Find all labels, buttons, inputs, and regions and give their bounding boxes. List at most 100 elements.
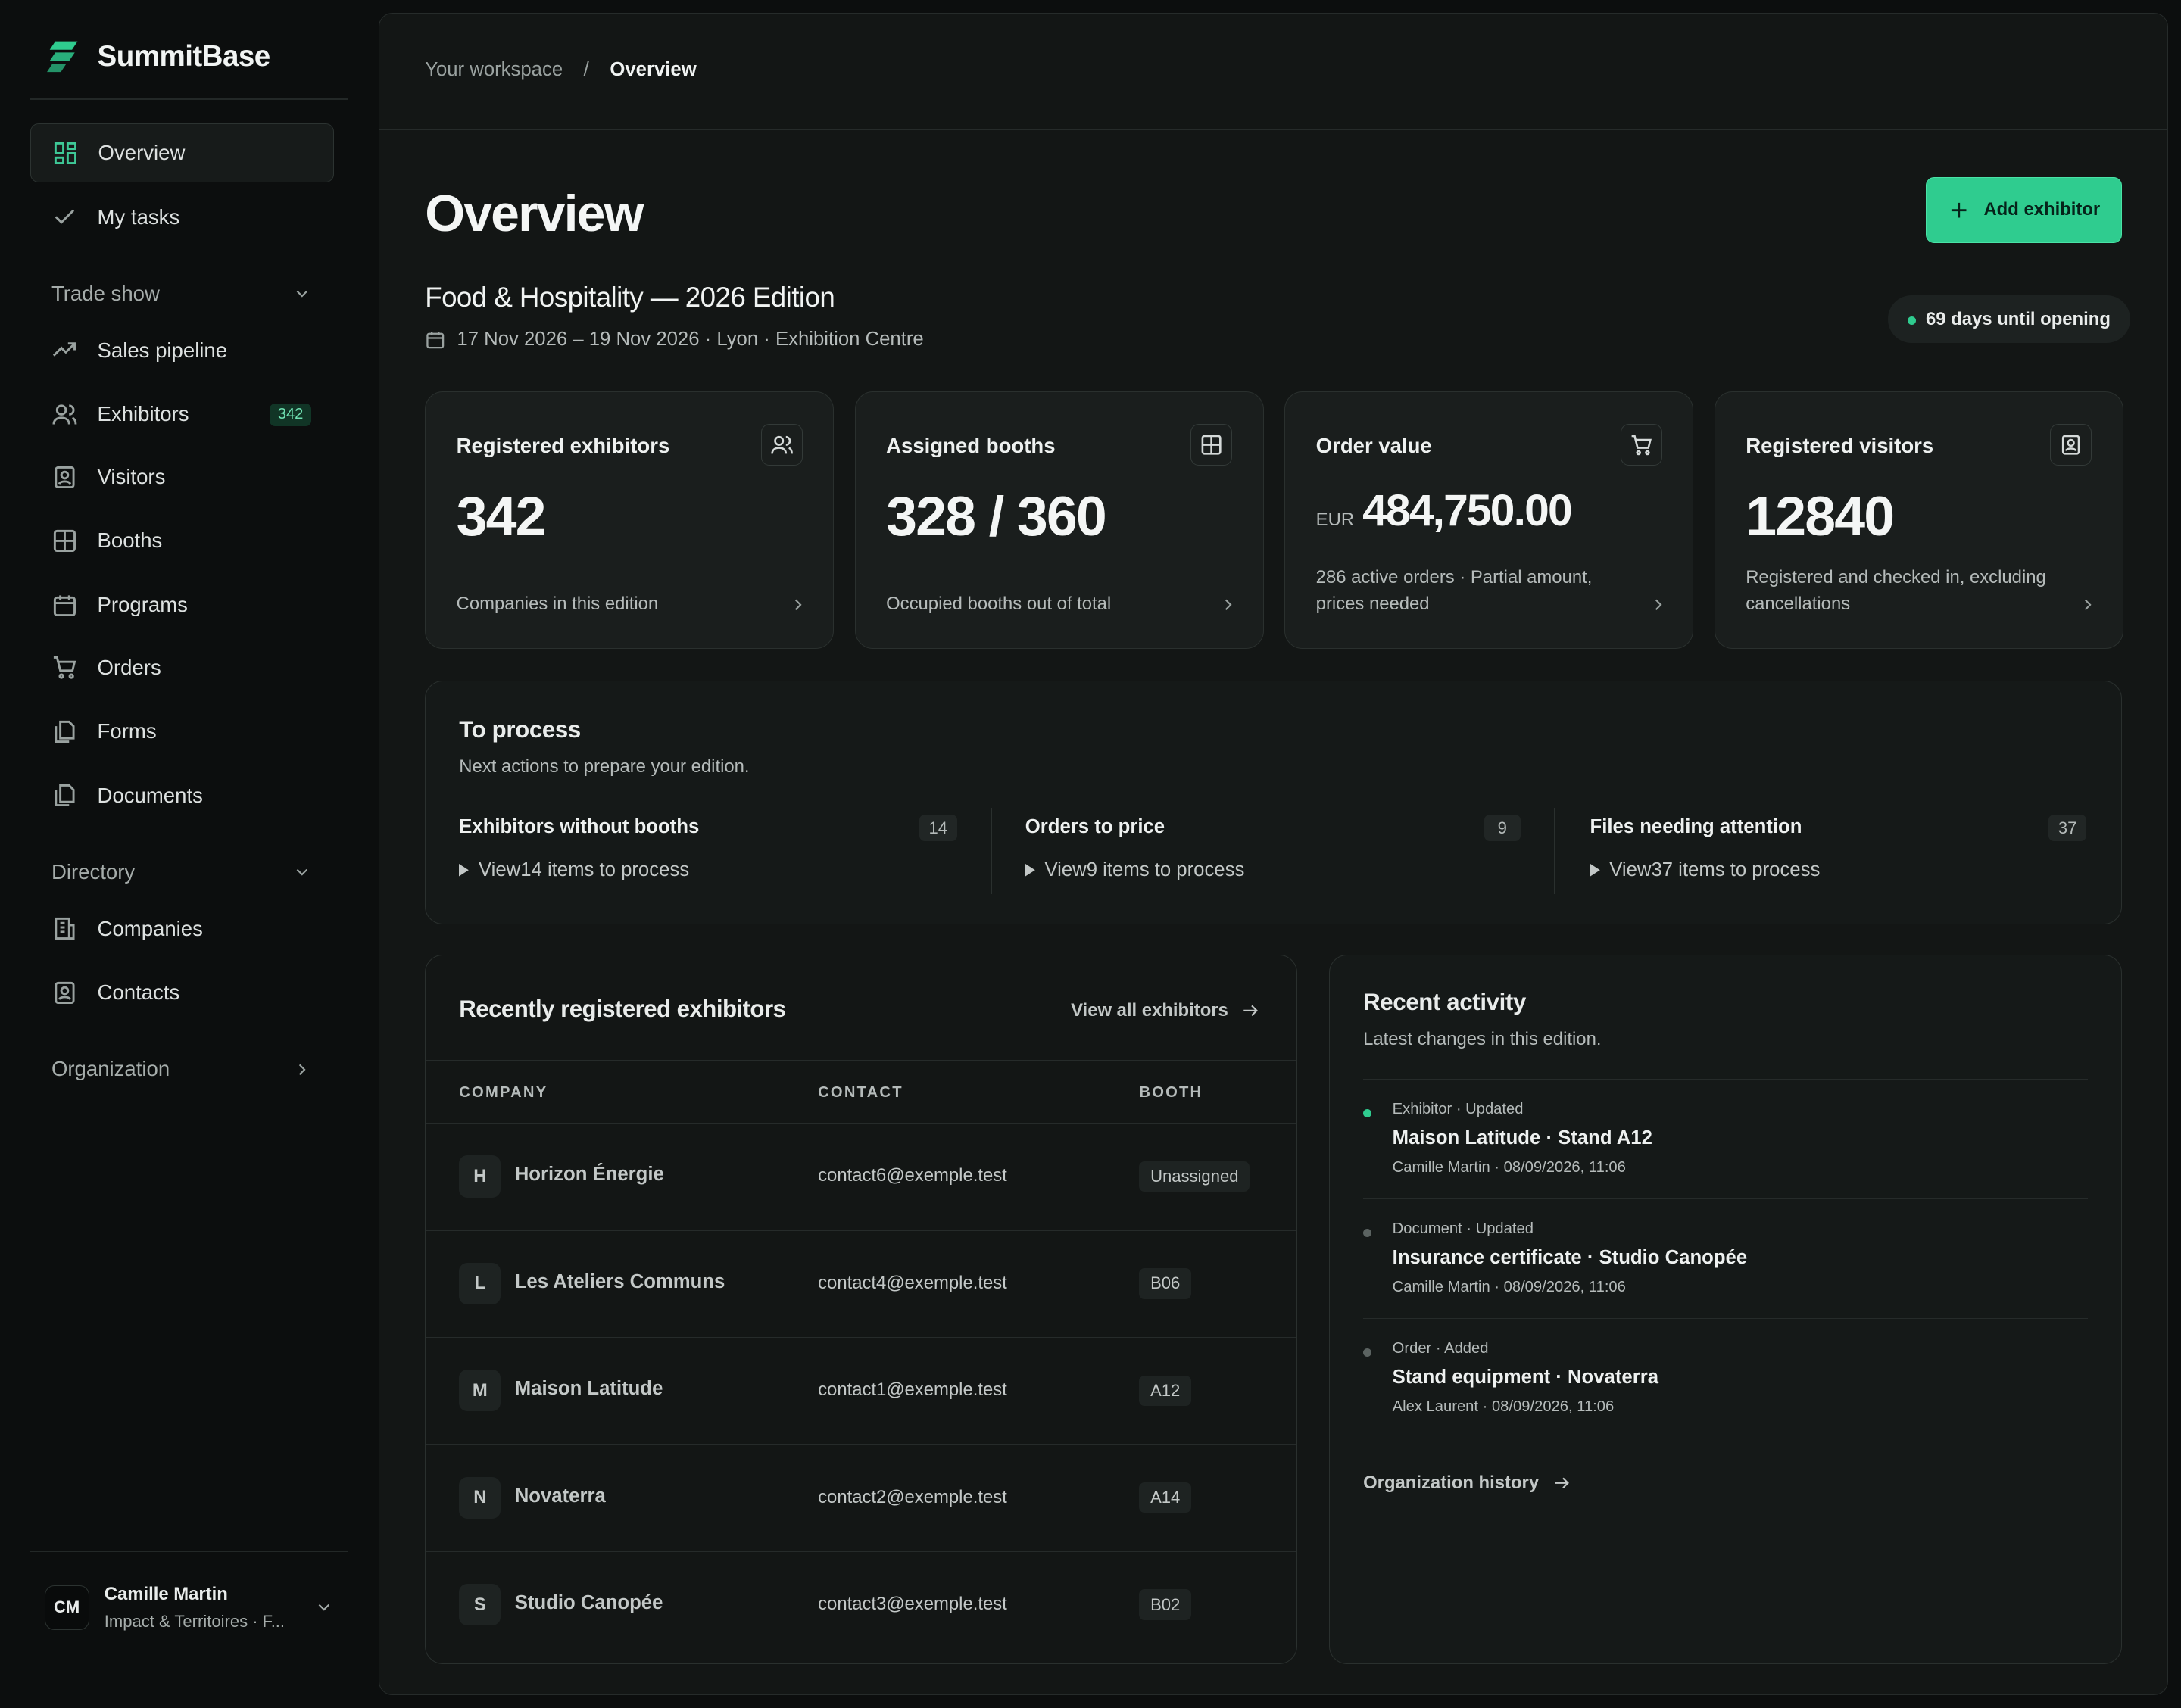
app-logo[interactable]: SummitBase (47, 36, 270, 78)
stat-label: Registered visitors (1746, 434, 1934, 458)
task-view-label: View9 items to process (1044, 859, 1245, 881)
task-orders-to-price: Orders to price 9 View9 items to process (1025, 808, 1521, 891)
table-row[interactable]: N Novaterra contact2@exemple.test A14 (426, 1445, 1296, 1552)
stat-description: Registered and checked in, excluding can… (1746, 566, 2046, 614)
nav-section-trade-show[interactable]: Trade show (30, 273, 333, 314)
chevron-down-icon (292, 862, 312, 882)
task-exhibitors-without-booths: Exhibitors without booths 14 View14 item… (459, 808, 957, 891)
nav-label: Visitors (97, 464, 166, 488)
nav-item-programs[interactable]: Programs (30, 575, 333, 634)
nav-item-orders[interactable]: Orders (30, 638, 333, 697)
nav-label: Companies (97, 916, 203, 940)
view-all-exhibitors-link[interactable]: View all exhibitors (1071, 1000, 1260, 1021)
nav-item-sales-pipeline[interactable]: Sales pipeline (30, 321, 333, 379)
exhibitors-count-badge: 342 (269, 403, 312, 426)
task-view-toggle[interactable]: View9 items to process (1025, 859, 1245, 881)
column-header-company[interactable]: COMPANY (459, 1084, 548, 1102)
section-subtitle: Latest changes in this edition. (1363, 1029, 1602, 1050)
table-row[interactable]: H Horizon Énergie contact6@exemple.test … (426, 1124, 1296, 1231)
nav-label: Booths (97, 528, 163, 553)
check-icon (51, 204, 78, 230)
activity-meta: Camille Martin · 08/09/2026, 11:06 (1392, 1279, 1626, 1296)
link-label: View all exhibitors (1071, 999, 1228, 1021)
chevron-down-icon (292, 284, 312, 304)
activity-meta: Camille Martin · 08/09/2026, 11:06 (1392, 1159, 1626, 1177)
user-menu[interactable]: CM Camille Martin Impact & Territoires ·… (44, 1582, 342, 1635)
nav-item-contacts[interactable]: Contacts (30, 964, 333, 1022)
calendar-icon (425, 329, 446, 351)
nav-section-organization[interactable]: Organization (30, 1049, 333, 1090)
users-icon (51, 401, 78, 428)
activity-item[interactable]: Document · Updated Insurance certificate… (1363, 1198, 2089, 1318)
breadcrumb-workspace[interactable]: Your workspace (425, 59, 563, 81)
users-icon (760, 424, 803, 466)
divider (1553, 808, 1555, 895)
user-name: Camille Martin (104, 1583, 228, 1604)
plus-icon (1948, 199, 1970, 221)
task-count-badge: 37 (2048, 815, 2087, 842)
nav-label: Overview (98, 141, 186, 165)
building-icon (51, 915, 78, 942)
stat-card-registered-exhibitors[interactable]: Registered exhibitors 342 Companies in t… (425, 391, 835, 649)
chevron-right-icon (292, 1060, 312, 1080)
table-row[interactable]: L Les Ateliers Communs contact4@exemple.… (426, 1231, 1296, 1339)
company-name: Studio Canopée (514, 1592, 663, 1614)
to-process-card: To process Next actions to prepare your … (425, 681, 2122, 924)
nav-label: My tasks (97, 204, 180, 229)
table-row[interactable]: M Maison Latitude contact1@exemple.test … (426, 1338, 1296, 1445)
status-dot (1908, 316, 1917, 325)
breadcrumb-separator: / (583, 59, 589, 81)
activity-kind: Exhibitor · Updated (1392, 1100, 1524, 1117)
task-view-toggle[interactable]: View37 items to process (1590, 859, 1821, 881)
nav-item-companies[interactable]: Companies (30, 899, 333, 958)
table-row[interactable]: S Studio Canopée contact3@exemple.test B… (426, 1552, 1296, 1659)
organization-history-link[interactable]: Organization history (1363, 1473, 1571, 1494)
grid-icon (51, 528, 78, 554)
nav-item-my-tasks[interactable]: My tasks (30, 188, 333, 246)
column-header-contact[interactable]: CONTACT (818, 1084, 903, 1102)
event-meta: 17 Nov 2026 – 19 Nov 2026 · Lyon · Exhib… (425, 329, 924, 351)
nav-item-booths[interactable]: Booths (30, 512, 333, 570)
contact-email: contact1@exemple.test (818, 1379, 1007, 1401)
breadcrumb: Your workspace / Overview (425, 59, 697, 81)
cart-icon (51, 654, 78, 681)
section-title: Recently registered exhibitors (459, 996, 786, 1023)
task-view-toggle[interactable]: View14 items to process (459, 859, 689, 881)
divider (30, 98, 348, 101)
table-header: COMPANY CONTACT BOOTH (426, 1059, 1296, 1124)
company-name: Horizon Énergie (514, 1164, 664, 1186)
contact-email: contact2@exemple.test (818, 1486, 1007, 1507)
activity-item[interactable]: Order · Added Stand equipment · Novaterr… (1363, 1318, 2089, 1438)
activity-title: Stand equipment · Novaterra (1392, 1366, 1659, 1388)
breadcrumb-current: Overview (610, 59, 697, 81)
activity-item[interactable]: Exhibitor · Updated Maison Latitude · St… (1363, 1079, 2089, 1198)
chevron-down-icon (314, 1597, 334, 1617)
nav-item-documents[interactable]: Documents (30, 766, 333, 824)
nav-item-exhibitors[interactable]: Exhibitors 342 (30, 385, 333, 444)
stat-card-registered-visitors[interactable]: Registered visitors 12840 Registered and… (1714, 391, 2123, 649)
status-dot (1363, 1108, 1372, 1117)
contact-email: contact6@exemple.test (818, 1165, 1007, 1186)
company-avatar: S (459, 1584, 501, 1626)
nav-label: Orders (97, 655, 161, 679)
nav-section-label: Organization (51, 1057, 170, 1081)
stat-card-assigned-booths[interactable]: Assigned booths 328 / 360 Occupied booth… (854, 391, 1264, 649)
task-files-needing-attention: Files needing attention 37 View37 items … (1590, 808, 2087, 891)
nav-section-directory[interactable]: Directory (30, 851, 333, 893)
nav-label: Exhibitors (97, 402, 189, 426)
task-view-label: View37 items to process (1609, 859, 1821, 881)
nav-item-visitors[interactable]: Visitors (30, 447, 333, 506)
nav-item-forms[interactable]: Forms (30, 703, 333, 761)
files-icon (51, 718, 78, 745)
activity-kind: Order · Added (1392, 1339, 1489, 1357)
main-panel: Your workspace / Overview Overview Add e… (378, 12, 2169, 1695)
add-exhibitor-button[interactable]: Add exhibitor (1925, 177, 2122, 243)
company-avatar: N (459, 1476, 501, 1519)
activity-meta: Alex Laurent · 08/09/2026, 11:06 (1392, 1398, 1615, 1416)
column-header-booth[interactable]: BOOTH (1139, 1084, 1203, 1102)
chevron-right-icon (788, 595, 808, 615)
nav-item-overview[interactable]: Overview (30, 123, 334, 182)
task-view-label: View14 items to process (478, 859, 690, 881)
chevron-right-icon (1649, 595, 1668, 615)
stat-card-order-value[interactable]: Order value EUR 484,750.00 286 active or… (1284, 391, 1694, 649)
